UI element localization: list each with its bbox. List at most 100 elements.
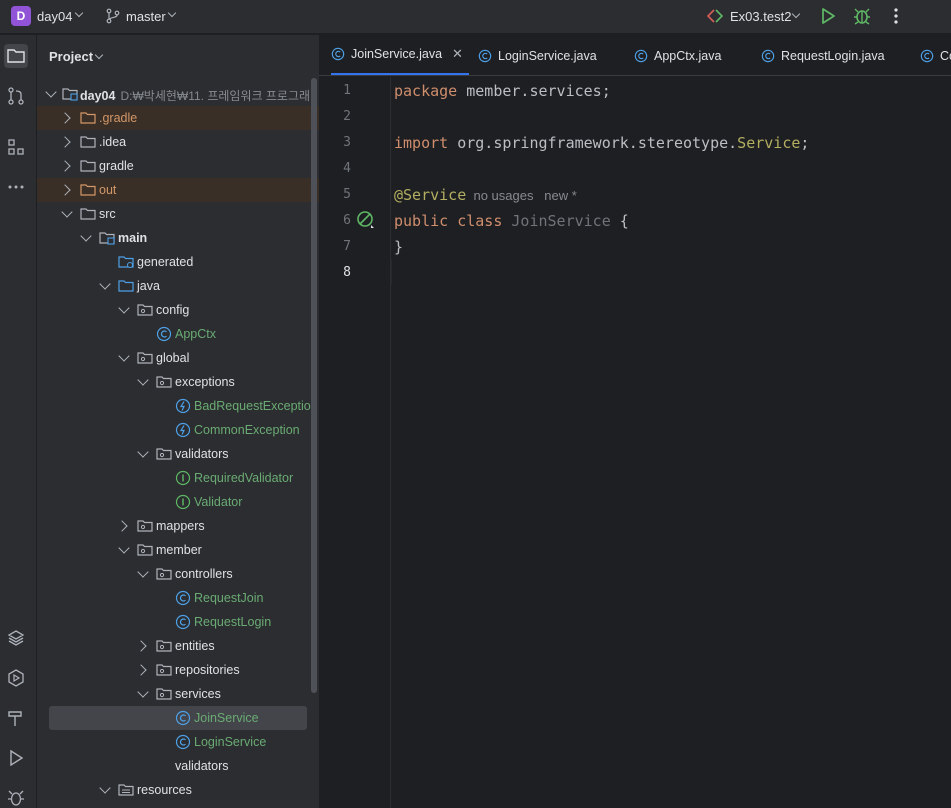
chevron-down-icon[interactable] bbox=[137, 374, 149, 386]
tab-appctx[interactable]: AppCtx.java bbox=[634, 35, 721, 75]
chevron-down-icon[interactable] bbox=[99, 278, 111, 290]
tree-item[interactable]: global bbox=[37, 346, 319, 370]
tree-item[interactable]: out bbox=[37, 178, 319, 202]
chevron-down-icon[interactable] bbox=[137, 686, 149, 698]
project-tool-button[interactable] bbox=[4, 44, 28, 68]
project-badge[interactable]: D bbox=[11, 6, 31, 26]
build-tool-button[interactable] bbox=[4, 706, 28, 730]
tree-item-label: CommonException bbox=[194, 423, 300, 437]
tree-scrollbar[interactable] bbox=[311, 78, 317, 693]
chevron-down-icon[interactable] bbox=[118, 302, 130, 314]
tree-item[interactable]: validators bbox=[37, 754, 319, 778]
project-name[interactable]: day04 bbox=[37, 9, 72, 24]
tree-item[interactable]: src bbox=[37, 202, 319, 226]
tree-item[interactable]: CommonException bbox=[37, 418, 319, 442]
spring-bean-icon[interactable] bbox=[356, 210, 376, 230]
tree-item[interactable]: validators bbox=[37, 442, 319, 466]
run-config-selector[interactable]: Ex03.test2 bbox=[730, 9, 791, 24]
folder-icon bbox=[80, 112, 96, 124]
tree-item-label: RequiredValidator bbox=[194, 471, 294, 485]
tree-item[interactable]: AppCtx bbox=[37, 322, 319, 346]
tree-item-label: repositories bbox=[175, 663, 240, 677]
structure-tool-button[interactable] bbox=[4, 135, 28, 159]
tree-item[interactable]: .gradle bbox=[37, 106, 319, 130]
chevron-down-icon[interactable] bbox=[118, 542, 130, 554]
package-icon bbox=[137, 352, 153, 364]
class-icon bbox=[761, 49, 775, 62]
tree-item-label: RequestLogin bbox=[194, 615, 272, 629]
branch-name[interactable]: master bbox=[126, 9, 166, 24]
class-icon bbox=[175, 590, 191, 606]
chevron-right-icon[interactable] bbox=[59, 112, 71, 124]
tree-item-selected[interactable]: JoinService bbox=[37, 706, 319, 730]
chevron-right-icon[interactable] bbox=[59, 136, 71, 148]
tree-item-label: Validator bbox=[194, 495, 243, 509]
tab-join-service[interactable]: JoinService.java ✕ bbox=[331, 35, 469, 75]
tab-request-login[interactable]: RequestLogin.java bbox=[761, 35, 885, 75]
run-tool-button[interactable] bbox=[4, 746, 28, 770]
tree-item[interactable]: exceptions bbox=[37, 370, 319, 394]
tab-login-service[interactable]: LoginService.java bbox=[478, 35, 597, 75]
chevron-down-icon[interactable] bbox=[99, 782, 111, 794]
tree-item[interactable]: config bbox=[37, 298, 319, 322]
layers-tool-button[interactable] bbox=[4, 626, 28, 650]
tree-item[interactable]: LoginService bbox=[37, 730, 319, 754]
tree-item[interactable]: generated bbox=[37, 250, 319, 274]
chevron-down-icon[interactable] bbox=[137, 566, 149, 578]
tree-item[interactable]: resources bbox=[37, 778, 319, 802]
tree-item[interactable]: entities bbox=[37, 634, 319, 658]
chevron-right-icon[interactable] bbox=[59, 160, 71, 172]
tree-item-label: .gradle bbox=[99, 111, 138, 125]
more-tools-button[interactable] bbox=[4, 175, 28, 199]
chevron-down-icon[interactable] bbox=[74, 8, 84, 18]
commit-icon bbox=[8, 87, 24, 105]
title-bar: D day04 master Ex03.test2 bbox=[0, 0, 951, 34]
more-options-icon[interactable] bbox=[889, 5, 903, 27]
tree-item[interactable]: java bbox=[37, 274, 319, 298]
tree-item-root[interactable]: day04 D:₩박세현₩11. 프레임워크 프로그래 bbox=[37, 82, 319, 106]
chevron-right-icon[interactable] bbox=[116, 520, 128, 532]
tree-item[interactable]: RequestLogin bbox=[37, 610, 319, 634]
debug-icon[interactable] bbox=[852, 6, 872, 26]
chevron-down-icon[interactable] bbox=[118, 350, 130, 362]
debug-tool-button[interactable] bbox=[4, 786, 28, 808]
tree-item[interactable]: Validator bbox=[37, 490, 319, 514]
commit-tool-button[interactable] bbox=[4, 84, 28, 108]
tree-item[interactable]: controllers bbox=[37, 562, 319, 586]
tree-item[interactable]: services bbox=[37, 682, 319, 706]
chevron-down-icon[interactable] bbox=[791, 9, 801, 19]
chevron-down-icon[interactable] bbox=[61, 206, 73, 218]
services-tool-button[interactable] bbox=[4, 666, 28, 690]
tree-item[interactable]: mappers bbox=[37, 514, 319, 538]
tree-item[interactable]: gradle bbox=[37, 154, 319, 178]
tree-item[interactable]: main bbox=[37, 226, 319, 250]
tree-item-label: main bbox=[118, 231, 148, 245]
close-icon[interactable]: ✕ bbox=[452, 46, 463, 62]
root-path: D:₩박세현₩11. 프레임워크 프로그래 bbox=[120, 89, 311, 103]
chevron-right-icon[interactable] bbox=[135, 640, 147, 652]
tree-item[interactable]: RequiredValidator bbox=[37, 466, 319, 490]
tab-overflow[interactable]: Co bbox=[920, 35, 951, 75]
chevron-down-icon[interactable] bbox=[137, 446, 149, 458]
chevron-down-icon[interactable] bbox=[45, 86, 57, 98]
package-icon bbox=[137, 304, 153, 316]
tree-item[interactable]: member bbox=[37, 538, 319, 562]
folder-icon bbox=[7, 49, 25, 63]
chevron-down-icon[interactable] bbox=[94, 50, 104, 60]
chevron-down-icon[interactable] bbox=[80, 230, 92, 242]
tree-item[interactable]: RequestJoin bbox=[37, 586, 319, 610]
code-line-3: import org.springframework.stereotype.Se… bbox=[394, 134, 810, 152]
chevron-down-icon[interactable] bbox=[167, 8, 177, 18]
usage-hint[interactable]: no usages new * bbox=[466, 188, 576, 203]
panel-title[interactable]: Project bbox=[49, 49, 93, 64]
tree-item[interactable]: repositories bbox=[37, 658, 319, 682]
chevron-right-icon[interactable] bbox=[59, 184, 71, 196]
class-icon bbox=[175, 710, 191, 726]
run-icon[interactable] bbox=[819, 6, 837, 26]
tree-item[interactable]: BadRequestException bbox=[37, 394, 319, 418]
code-editor[interactable]: package member.services; import org.spri… bbox=[392, 77, 951, 808]
generated-folder-icon bbox=[118, 256, 134, 268]
tree-item[interactable]: .idea bbox=[37, 130, 319, 154]
chevron-right-icon[interactable] bbox=[135, 664, 147, 676]
tree-item-label: resources bbox=[137, 783, 192, 797]
